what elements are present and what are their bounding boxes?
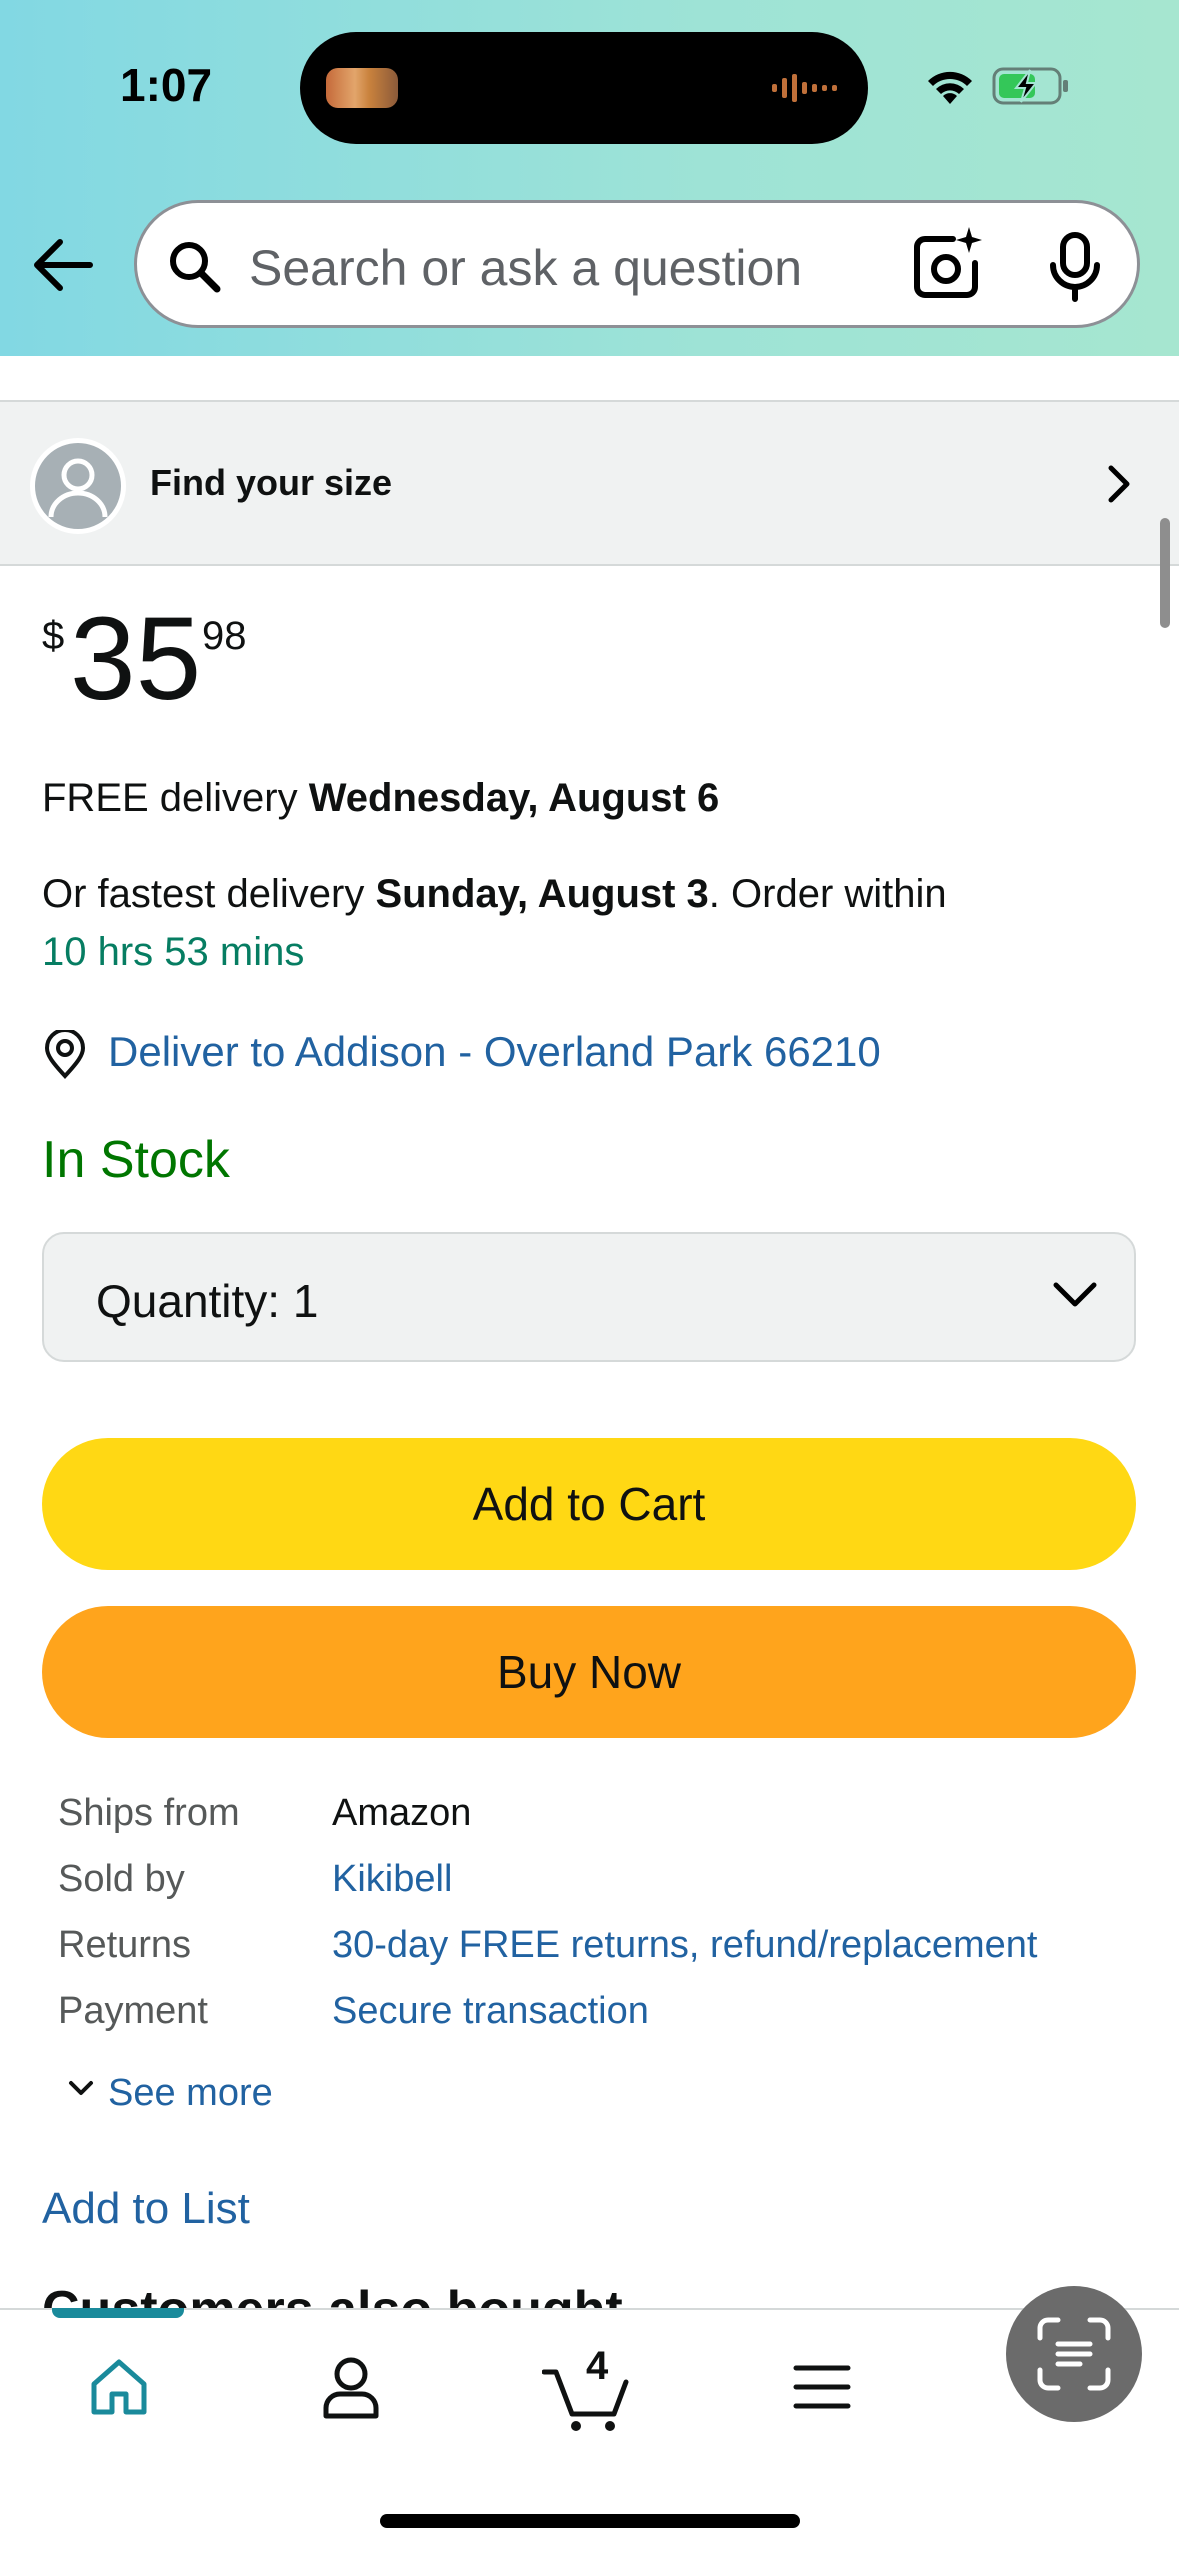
- home-indicator[interactable]: [380, 2514, 800, 2528]
- quantity-value: 1: [292, 1275, 319, 1327]
- fastest-delivery-suffix: . Order within: [708, 872, 947, 916]
- chevron-down-icon: [1053, 1282, 1097, 1307]
- search-icon: [170, 242, 221, 293]
- payment-link[interactable]: Secure transaction: [332, 1990, 649, 2033]
- info-key: Returns: [58, 1924, 192, 1966]
- delivery-countdown: 10 hrs 53 mins: [42, 930, 305, 974]
- search-bar[interactable]: Search or ask a question: [134, 200, 1140, 328]
- info-row-sold-by: Sold by Kikibell: [58, 1858, 1118, 1924]
- find-your-size-row[interactable]: Find your size: [0, 400, 1179, 566]
- free-delivery-line: FREE delivery Wednesday, August 6: [42, 776, 719, 821]
- quantity-selector[interactable]: Quantity: 1: [42, 1232, 1136, 1362]
- active-tab-indicator: [52, 2308, 184, 2318]
- deliver-to-link[interactable]: Deliver to Addison - Overland Park 66210: [108, 1028, 881, 1076]
- add-to-list-link[interactable]: Add to List: [42, 2184, 250, 2234]
- now-playing-thumbnail: [326, 68, 398, 108]
- info-key: Ships from: [58, 1792, 240, 1834]
- price-whole: 35: [70, 593, 202, 725]
- back-arrow-icon[interactable]: [32, 236, 94, 294]
- chevron-right-icon: [1108, 465, 1130, 503]
- info-row-returns: Returns 30-day FREE returns, refund/repl…: [58, 1924, 1118, 1990]
- fastest-delivery-line: Or fastest delivery Sunday, August 3. Or…: [42, 872, 947, 917]
- header: 1:07 Search or ask a question: [0, 0, 1179, 356]
- microphone-icon[interactable]: [1047, 231, 1103, 303]
- info-row-ships-from: Ships from Amazon: [58, 1792, 1118, 1858]
- returns-link[interactable]: 30-day FREE returns, refund/replacement: [332, 1924, 1037, 1967]
- account-icon[interactable]: [318, 2354, 384, 2420]
- camera-icon[interactable]: [913, 225, 985, 301]
- cart-count: 4: [586, 2344, 609, 2388]
- dynamic-island: [300, 32, 868, 144]
- seller-link[interactable]: Kikibell: [332, 1858, 452, 1901]
- wifi-icon: [928, 71, 972, 104]
- buy-now-button[interactable]: Buy Now: [42, 1606, 1136, 1738]
- fastest-delivery-prefix: Or fastest delivery: [42, 872, 376, 916]
- cart-button[interactable]: 4: [541, 2344, 632, 2434]
- seller-info-table: Ships from Amazon Sold by Kikibell Retur…: [58, 1792, 1118, 2056]
- product-page: 1:07 Search or ask a question Find your …: [0, 0, 1179, 2556]
- stock-status: In Stock: [42, 1131, 230, 1189]
- info-value: Amazon: [332, 1792, 472, 1834]
- status-time: 1:07: [120, 59, 213, 111]
- add-to-cart-button[interactable]: Add to Cart: [42, 1438, 1136, 1570]
- info-key: Sold by: [58, 1858, 185, 1900]
- fastest-delivery-date: Sunday, August 3: [375, 872, 709, 916]
- info-key: Payment: [58, 1990, 208, 2032]
- find-your-size-label: Find your size: [150, 462, 393, 503]
- search-input[interactable]: Search or ask a question: [249, 239, 889, 297]
- chevron-down-icon: [69, 2081, 93, 2095]
- info-row-payment: Payment Secure transaction: [58, 1990, 1118, 2056]
- free-delivery-date: Wednesday, August 6: [308, 776, 720, 820]
- home-icon[interactable]: [86, 2354, 152, 2420]
- lens-scan-button[interactable]: [1006, 2286, 1142, 2422]
- location-pin-icon[interactable]: [42, 1030, 88, 1080]
- menu-icon[interactable]: [792, 2354, 852, 2420]
- audio-wave-icon: [772, 74, 837, 102]
- price-fraction: 98: [202, 614, 247, 658]
- free-delivery-prefix: FREE delivery: [42, 776, 309, 820]
- see-more-link[interactable]: See more: [108, 2072, 273, 2115]
- quantity-label-text: Quantity:: [96, 1275, 281, 1327]
- scrollbar[interactable]: [1160, 518, 1170, 628]
- quantity-label: Quantity: 1: [96, 1274, 318, 1328]
- price-symbol: $: [42, 614, 65, 658]
- battery-icon: [992, 67, 1068, 105]
- lens-scan-icon: [1037, 2317, 1111, 2391]
- section-title: Customers also bought: [42, 2270, 623, 2308]
- user-avatar-icon: [30, 438, 126, 534]
